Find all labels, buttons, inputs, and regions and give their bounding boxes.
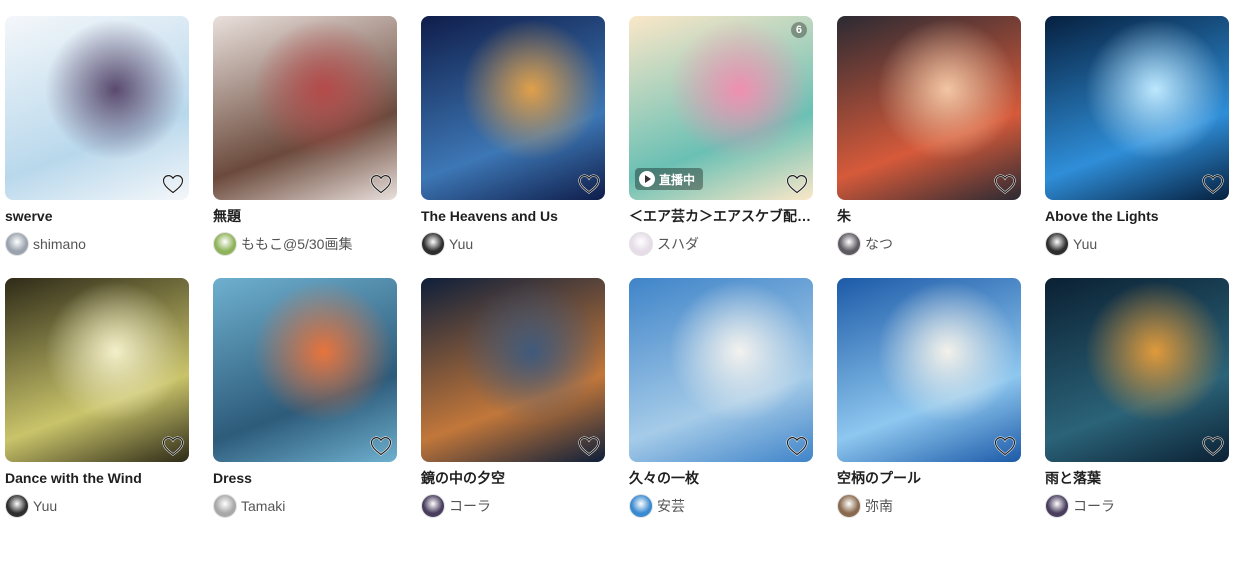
avatar [421, 494, 445, 518]
author-name: Tamaki [241, 498, 286, 514]
heart-outline-icon[interactable] [1201, 434, 1225, 458]
artwork-title[interactable]: swerve [5, 206, 189, 226]
author-link[interactable]: 弥南 [837, 494, 1021, 518]
author-link[interactable]: Tamaki [213, 494, 397, 518]
artwork-thumbnail[interactable] [213, 278, 397, 462]
artwork-card: 雨と落葉コーラ [1045, 278, 1229, 524]
author-name: コーラ [1073, 498, 1115, 514]
author-link[interactable]: Yuu [5, 494, 189, 518]
heart-outline-icon[interactable] [577, 434, 601, 458]
avatar [213, 494, 237, 518]
artwork-card: The Heavens and Us Yuu [421, 16, 605, 262]
avatar [629, 494, 653, 518]
artwork-thumbnail[interactable] [421, 16, 605, 200]
author-link[interactable]: コーラ [421, 494, 605, 518]
artwork-title[interactable]: Dance with the Wind [5, 468, 189, 488]
avatar [1045, 232, 1069, 256]
artwork-thumbnail[interactable] [1045, 278, 1229, 462]
artwork-card: Dress Tamaki [213, 278, 397, 524]
avatar [421, 232, 445, 256]
artwork-thumbnail[interactable] [5, 16, 189, 200]
author-link[interactable]: なつ [837, 232, 1021, 256]
author-link[interactable]: Yuu [421, 232, 605, 256]
avatar [837, 232, 861, 256]
author-name: Yuu [449, 236, 474, 252]
page-count-badge: 6 [790, 22, 807, 38]
author-name: なつ [865, 236, 893, 252]
heart-outline-icon[interactable] [369, 434, 393, 458]
author-name: ももこ@5/30画集 [241, 236, 353, 252]
artwork-thumbnail[interactable] [213, 16, 397, 200]
artwork-title[interactable]: Above the Lights [1045, 206, 1229, 226]
author-link[interactable]: スハダ [629, 232, 813, 256]
author-name: スハダ [657, 236, 699, 252]
heart-outline-icon[interactable] [993, 434, 1017, 458]
heart-outline-icon[interactable] [993, 172, 1017, 196]
author-name: Yuu [1073, 236, 1098, 252]
avatar [629, 232, 653, 256]
artwork-thumbnail[interactable]: 6 直播中 [629, 16, 813, 200]
artwork-card: 6 直播中 ＜エア芸カ＞エアスケブ配信中！ スハダ [629, 16, 813, 262]
heart-outline-icon[interactable] [577, 172, 601, 196]
play-circle-icon [639, 171, 655, 187]
artwork-title[interactable]: ＜エア芸カ＞エアスケブ配信中！ [629, 206, 813, 226]
author-link[interactable]: 安芸 [629, 494, 813, 518]
artwork-card: swerve shimano [5, 16, 189, 262]
author-link[interactable]: Yuu [1045, 232, 1229, 256]
artwork-title[interactable]: 朱 [837, 206, 1021, 226]
heart-outline-icon[interactable] [161, 434, 185, 458]
artwork-thumbnail[interactable] [629, 278, 813, 462]
artwork-thumbnail[interactable] [5, 278, 189, 462]
avatar [5, 232, 29, 256]
avatar [837, 494, 861, 518]
author-name: 弥南 [865, 498, 893, 514]
artwork-card: 鏡の中の夕空コーラ [421, 278, 605, 524]
artwork-card: Above the Lights Yuu [1045, 16, 1229, 262]
author-link[interactable]: コーラ [1045, 494, 1229, 518]
author-link[interactable]: ももこ@5/30画集 [213, 232, 397, 256]
artwork-grid: swerve shimano 無題 ももこ@5/30画集 The Heavens and… [5, 16, 1229, 524]
artwork-title[interactable]: 鏡の中の夕空 [421, 468, 605, 488]
artwork-card: 久々の一枚安芸 [629, 278, 813, 524]
artwork-card: 朱なつ [837, 16, 1021, 262]
author-name: Yuu [33, 498, 58, 514]
author-name: コーラ [449, 498, 491, 514]
heart-outline-icon[interactable] [785, 434, 809, 458]
live-label: 直播中 [659, 172, 696, 187]
artwork-title[interactable]: 無題 [213, 206, 397, 226]
artwork-title[interactable]: 雨と落葉 [1045, 468, 1229, 488]
artwork-thumbnail[interactable] [421, 278, 605, 462]
author-name: 安芸 [657, 498, 685, 514]
artwork-thumbnail[interactable] [837, 278, 1021, 462]
artwork-card: 無題ももこ@5/30画集 [213, 16, 397, 262]
artwork-title[interactable]: 久々の一枚 [629, 468, 813, 488]
heart-outline-icon[interactable] [369, 172, 393, 196]
author-link[interactable]: shimano [5, 232, 189, 256]
artwork-thumbnail[interactable] [837, 16, 1021, 200]
live-badge: 直播中 [635, 168, 704, 190]
artwork-card: Dance with the Wind Yuu [5, 278, 189, 524]
author-name: shimano [33, 236, 86, 252]
avatar [5, 494, 29, 518]
artwork-title[interactable]: 空柄のプール [837, 468, 1021, 488]
avatar [213, 232, 237, 256]
artwork-title[interactable]: Dress [213, 468, 397, 488]
heart-outline-icon[interactable] [785, 172, 809, 196]
heart-outline-icon[interactable] [1201, 172, 1225, 196]
avatar [1045, 494, 1069, 518]
artwork-card: 空柄のプール弥南 [837, 278, 1021, 524]
artwork-thumbnail[interactable] [1045, 16, 1229, 200]
heart-outline-icon[interactable] [161, 172, 185, 196]
artwork-title[interactable]: The Heavens and Us [421, 206, 605, 226]
